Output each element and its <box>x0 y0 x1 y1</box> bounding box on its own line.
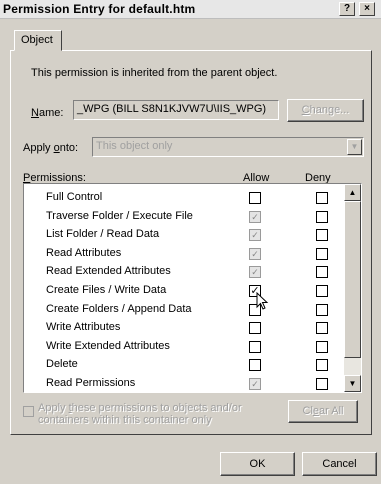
allow-checkbox[interactable]: ✓ <box>249 247 261 260</box>
permission-name: Write Attributes <box>46 321 121 334</box>
tab-object[interactable]: Object <box>14 30 62 51</box>
apply-onto-value: This object only <box>96 140 173 152</box>
allow-checkbox[interactable]: ✓ <box>249 229 261 242</box>
apply-to-children-checkbox[interactable] <box>23 406 34 417</box>
permission-name: Write Extended Attributes <box>46 339 170 352</box>
permission-name: List Folder / Read Data <box>46 228 160 241</box>
ok-button[interactable]: OK <box>220 452 295 476</box>
deny-checkbox[interactable] <box>316 247 328 260</box>
apply-onto-select[interactable]: This object only ▼ <box>92 137 364 157</box>
permission-name: Delete <box>46 358 78 371</box>
tab-object-label: Object <box>21 34 53 46</box>
deny-checkbox[interactable] <box>316 303 328 316</box>
permission-row: Read Permissions ✓ <box>24 375 348 392</box>
allow-checkbox[interactable] <box>249 192 261 204</box>
permission-row: Create Folders / Append Data <box>24 301 348 319</box>
permission-name: Read Extended Attributes <box>46 265 171 278</box>
permission-name: Full Control <box>46 191 103 203</box>
allow-checkbox[interactable] <box>249 359 261 372</box>
permission-row: Delete <box>24 356 348 374</box>
dropdown-arrow-icon[interactable]: ▼ <box>347 139 362 155</box>
deny-checkbox[interactable] <box>316 378 328 390</box>
permission-row: Write Extended Attributes <box>24 338 348 356</box>
help-button[interactable]: ? <box>339 2 355 16</box>
allow-checkbox[interactable] <box>249 340 261 353</box>
deny-checkbox[interactable] <box>316 192 328 204</box>
permission-row: Full Control <box>24 189 348 207</box>
change-button[interactable]: Change... <box>287 99 364 122</box>
permission-row: Read Extended Attributes ✓ <box>24 263 348 281</box>
deny-checkbox[interactable] <box>316 340 328 353</box>
deny-checkbox[interactable] <box>316 322 328 335</box>
cancel-button[interactable]: Cancel <box>302 452 377 476</box>
title-bar: Permission Entry for default.htm ? × <box>0 0 381 19</box>
deny-checkbox[interactable] <box>316 285 328 297</box>
permission-row: Create Files / Write Data ✓ <box>24 282 348 300</box>
clear-all-button[interactable]: Clear All <box>288 400 358 423</box>
permission-row: Traverse Folder / Execute File ✓ <box>24 208 348 226</box>
deny-checkbox[interactable] <box>316 229 328 242</box>
apply-onto-label: Apply onto: <box>23 142 79 154</box>
window-title: Permission Entry for default.htm <box>3 2 196 16</box>
mouse-pointer-icon <box>256 292 269 310</box>
permission-row: List Folder / Read Data ✓ <box>24 226 348 244</box>
permission-name: Create Files / Write Data <box>46 284 167 296</box>
deny-checkbox[interactable] <box>316 359 328 372</box>
allow-checkbox[interactable]: ✓ <box>249 210 261 223</box>
permission-name: Read Attributes <box>46 246 122 259</box>
allow-checkbox[interactable]: ✓ <box>249 266 261 279</box>
deny-checkbox[interactable] <box>316 266 328 279</box>
name-label: Name: <box>31 107 64 119</box>
permission-row: Read Attributes ✓ <box>24 245 348 263</box>
permissions-list[interactable]: ▲ ▼ Full Control Traverse Folder / Execut… <box>23 183 362 393</box>
allow-checkbox[interactable]: ✓ <box>249 378 261 390</box>
permission-name: Traverse Folder / Execute File <box>46 209 193 222</box>
allow-checkbox[interactable] <box>249 322 261 335</box>
name-field: _WPG (BILL S8N1KJVW7U\IIS_WPG) <box>73 100 279 120</box>
apply-to-children-label: Apply these permissions to objects and/o… <box>38 402 242 426</box>
permission-row: Write Attributes <box>24 319 348 337</box>
inheritance-info-text: This permission is inherited from the pa… <box>31 67 278 79</box>
permission-name: Create Folders / Append Data <box>46 302 192 315</box>
close-button[interactable]: × <box>359 2 375 16</box>
permission-name: Read Permissions <box>46 377 136 389</box>
deny-checkbox[interactable] <box>316 210 328 223</box>
